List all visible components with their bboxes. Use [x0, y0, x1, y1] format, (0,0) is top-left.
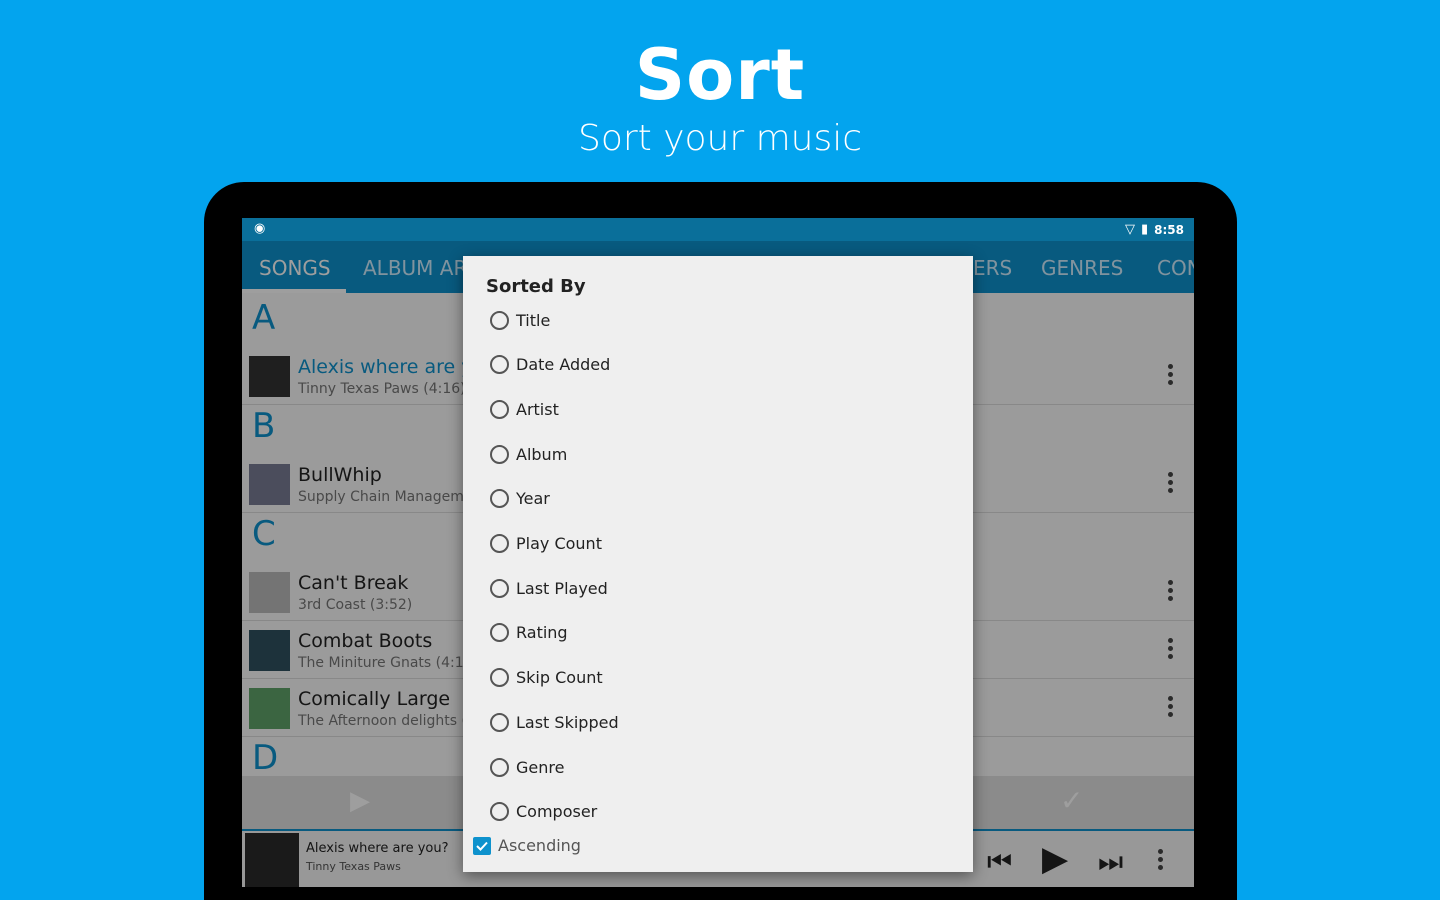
sort-option-rating[interactable]: Rating [490, 618, 568, 648]
wifi-icon: ▽ [1124, 222, 1135, 237]
radio-unchecked-icon [490, 489, 509, 509]
sort-option-play-count[interactable]: Play Count [490, 529, 602, 559]
sort-option-label: Artist [516, 399, 559, 419]
sort-option-label: Date Added [516, 355, 611, 375]
sort-dialog: Sorted By Title Date Added Artist Album Year… [463, 256, 973, 872]
sort-option-album[interactable]: Album [490, 439, 567, 469]
sort-option-label: Play Count [516, 534, 602, 553]
radio-unchecked-icon [490, 802, 509, 822]
sort-option-label: Last Played [516, 578, 608, 598]
sort-option-artist[interactable]: Artist [490, 394, 559, 424]
sort-option-last-played[interactable]: Last Played [490, 573, 608, 603]
sort-option-label: Title [516, 310, 551, 330]
sort-option-label: Year [516, 489, 550, 509]
checkbox-checked-icon [473, 836, 491, 855]
notification-icon: ◉ [254, 221, 266, 236]
radio-unchecked-icon [490, 578, 509, 598]
sort-option-genre[interactable]: Genre [490, 752, 564, 782]
radio-unchecked-icon [490, 444, 509, 464]
sort-option-title[interactable]: Title [490, 305, 550, 335]
radio-unchecked-icon [490, 310, 509, 330]
status-bar: ◉ ▽ ▮ 8:58 [242, 218, 1194, 241]
sort-option-last-skipped[interactable]: Last Skipped [490, 707, 619, 737]
radio-unchecked-icon [490, 668, 509, 688]
radio-unchecked-icon [490, 623, 509, 643]
radio-unchecked-icon [490, 757, 509, 777]
battery-icon: ▮ [1140, 222, 1149, 237]
sort-option-label: Last Skipped [516, 712, 619, 732]
ascending-label: Ascending [498, 836, 581, 855]
status-icons: ▽ ▮ 8:58 [1125, 222, 1184, 237]
sort-option-date-added[interactable]: Date Added [490, 350, 610, 380]
sort-option-label: Rating [516, 623, 568, 643]
sort-option-skip-count[interactable]: Skip Count [490, 663, 603, 693]
clock: 8:58 [1154, 222, 1184, 237]
sort-option-label: Album [516, 444, 568, 464]
radio-unchecked-icon [490, 534, 509, 553]
ascending-checkbox[interactable]: Ascending [473, 836, 581, 855]
hero-title: Sort [634, 34, 806, 116]
sort-option-label: Genre [516, 757, 565, 777]
hero-subtitle: Sort your music [577, 118, 863, 159]
sort-option-year[interactable]: Year [490, 484, 550, 514]
radio-unchecked-icon [490, 355, 509, 375]
radio-unchecked-icon [490, 399, 509, 419]
sort-option-composer[interactable]: Composer [490, 797, 597, 827]
sort-option-label: Skip Count [516, 668, 603, 688]
sort-option-label: Composer [516, 802, 598, 822]
radio-unchecked-icon [490, 712, 509, 732]
dialog-title: Sorted By [486, 276, 586, 297]
